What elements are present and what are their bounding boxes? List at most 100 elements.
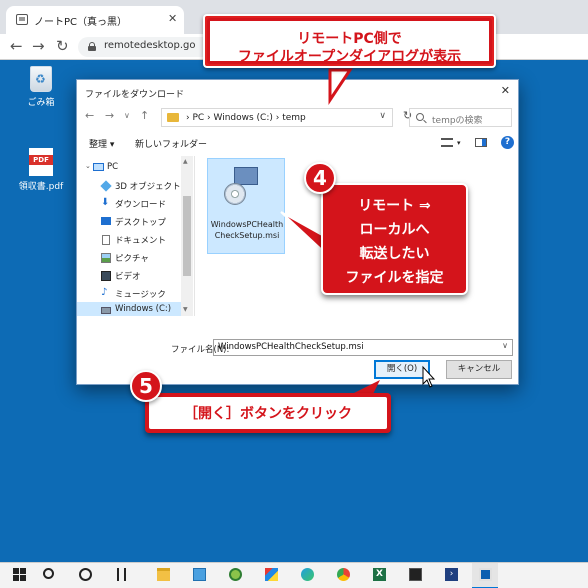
scroll-up-icon[interactable]: ▲	[183, 158, 188, 165]
installer-box-icon	[234, 167, 258, 185]
maps-icon	[229, 568, 242, 581]
taskbar-photos[interactable]	[186, 563, 212, 588]
top-annotation-callout: リモートPC側で ファイルオープンダイアログが表示	[203, 14, 496, 68]
nav-item-videos[interactable]: ビデオ	[77, 268, 181, 284]
preview-pane-icon[interactable]	[475, 138, 487, 147]
help-icon[interactable]: ?	[501, 136, 514, 149]
taskbar-chrome[interactable]	[330, 563, 356, 588]
chevron-down-icon[interactable]: ∨	[502, 341, 508, 350]
nav-item-music[interactable]: ♪ ミュージック	[77, 286, 181, 302]
forward-icon[interactable]: →	[32, 37, 45, 55]
recycle-bin-icon	[30, 66, 52, 92]
chevron-down-icon[interactable]: ∨	[379, 111, 386, 121]
organize-button[interactable]: 整理 ▾	[89, 137, 114, 150]
start-button[interactable]	[6, 563, 32, 588]
step4-badge: 4	[304, 162, 336, 194]
open-button[interactable]: 開く(O)	[374, 360, 430, 379]
music-icon: ♪	[101, 287, 108, 298]
nav-item-windows-c[interactable]: Windows (C:)	[77, 302, 181, 316]
dialog-command-bar: 整理 ▾ 新しいフォルダー ▾ ?	[77, 132, 518, 154]
download-icon: ⬇	[101, 197, 110, 208]
nav-label: ミュージック	[115, 290, 166, 300]
photos-icon	[193, 568, 206, 581]
forward-arrow-icon[interactable]: →	[105, 109, 114, 122]
close-icon[interactable]: ✕	[501, 84, 510, 97]
filename-input[interactable]: WindowsPCHealthCheckSetup.msi ∨	[213, 339, 513, 356]
pdf-file-icon: PDF	[29, 148, 53, 176]
taskbar-powershell[interactable]: ›	[438, 563, 464, 588]
videos-icon	[101, 271, 111, 281]
recent-locations-icon[interactable]: ∨	[124, 111, 130, 120]
scroll-down-icon[interactable]: ▼	[183, 306, 188, 313]
powershell-icon: ›	[445, 568, 458, 581]
navigation-pane: ⌄ PC 3D オブジェクト ⬇ ダウンロード デスクトップ ドキュメント ピク…	[77, 156, 195, 316]
nav-item-pictures[interactable]: ピクチャ	[77, 250, 181, 266]
close-tab-icon[interactable]: ✕	[168, 12, 177, 25]
new-folder-button[interactable]: 新しいフォルダー	[135, 137, 207, 150]
expand-chevron-icon[interactable]: ⌄	[85, 162, 91, 172]
cancel-button[interactable]: キャンセル	[446, 360, 512, 379]
taskbar-remote-desktop[interactable]	[472, 563, 498, 588]
pc-icon	[93, 163, 104, 171]
terminal-icon	[409, 568, 422, 581]
back-icon[interactable]: ←	[10, 37, 23, 55]
nav-label: ドキュメント	[115, 236, 167, 246]
step4-line1: リモート ⇒	[358, 198, 431, 214]
file-name-label: WindowsPCHealthCheckSetup.msi	[210, 220, 284, 240]
taskbar-task-view-button[interactable]	[110, 563, 136, 588]
step4-line2: ローカルへ	[359, 222, 430, 238]
search-placeholder: tempの検索	[432, 116, 483, 126]
pdf-badge: PDF	[29, 155, 53, 165]
nav-label: ビデオ	[115, 272, 141, 282]
dialog-address-bar[interactable]: › PC › Windows (C:) › temp ∨	[161, 108, 393, 127]
nav-item-3d-objects[interactable]: 3D オブジェクト	[77, 178, 181, 194]
view-dropdown-icon[interactable]: ▾	[457, 139, 461, 147]
nav-label: デスクトップ	[115, 218, 167, 228]
file-item-msi[interactable]: WindowsPCHealthCheckSetup.msi	[207, 158, 285, 254]
nav-label: 3D オブジェクト	[115, 182, 181, 192]
dialog-search-input[interactable]: tempの検索	[409, 108, 512, 127]
reload-icon[interactable]: ↻	[56, 37, 69, 55]
taskbar-terminal[interactable]	[402, 563, 428, 588]
nav-item-downloads[interactable]: ⬇ ダウンロード	[77, 196, 181, 212]
chrome-icon	[337, 568, 350, 581]
nav-scrollbar[interactable]: ▲ ▼	[181, 156, 193, 316]
drive-icon	[101, 307, 111, 314]
top-annotation-line1: リモートPC側で	[297, 31, 402, 47]
nav-item-desktop[interactable]: デスクトップ	[77, 214, 181, 230]
desktop-icon-recycle-bin[interactable]: ごみ箱	[6, 66, 76, 108]
step4-callout: リモート ⇒ ローカルへ 転送したい ファイルを指定	[321, 183, 468, 295]
url-text: remotedesktop.go	[104, 40, 196, 51]
step4-line4: ファイルを指定	[345, 270, 444, 286]
taskbar-maps[interactable]	[222, 563, 248, 588]
taskbar-edge[interactable]	[294, 563, 320, 588]
file-explorer-icon	[157, 568, 170, 581]
desktop-icon	[101, 217, 111, 225]
nav-label: Windows (C:)	[115, 304, 172, 314]
back-arrow-icon[interactable]: ←	[85, 109, 94, 122]
nav-item-documents[interactable]: ドキュメント	[77, 232, 181, 248]
search-icon	[43, 568, 54, 579]
browser-tab[interactable]: ノートPC（真っ黒） ✕	[6, 6, 184, 34]
taskbar-file-explorer[interactable]	[150, 563, 176, 588]
search-icon	[416, 113, 424, 121]
up-arrow-icon[interactable]: ↑	[140, 109, 149, 122]
step4-line3: 転送したい	[359, 246, 430, 262]
folder-icon	[167, 113, 179, 122]
taskbar-cortana-button[interactable]	[72, 563, 98, 588]
taskbar-excel[interactable]: X	[366, 563, 392, 588]
recycle-bin-label: ごみ箱	[27, 98, 55, 108]
step5-badge: 5	[130, 370, 162, 402]
start-icon	[13, 568, 26, 581]
nav-item-pc[interactable]: ⌄ PC	[77, 160, 181, 176]
dialog-title: ファイルをダウンロード	[85, 90, 185, 100]
taskbar-search-button[interactable]	[36, 563, 62, 588]
taskbar-paint[interactable]	[258, 563, 284, 588]
step5-callout: ［開く］ボタンをクリック	[145, 393, 391, 433]
scroll-thumb[interactable]	[183, 196, 191, 276]
remote-desktop-favicon-icon	[16, 14, 28, 25]
desktop-icon-receipt-pdf[interactable]: PDF 領収書.pdf	[6, 148, 76, 192]
view-options-icon[interactable]	[441, 138, 453, 147]
filename-value: WindowsPCHealthCheckSetup.msi	[218, 342, 364, 352]
installer-disc-icon	[224, 183, 246, 205]
